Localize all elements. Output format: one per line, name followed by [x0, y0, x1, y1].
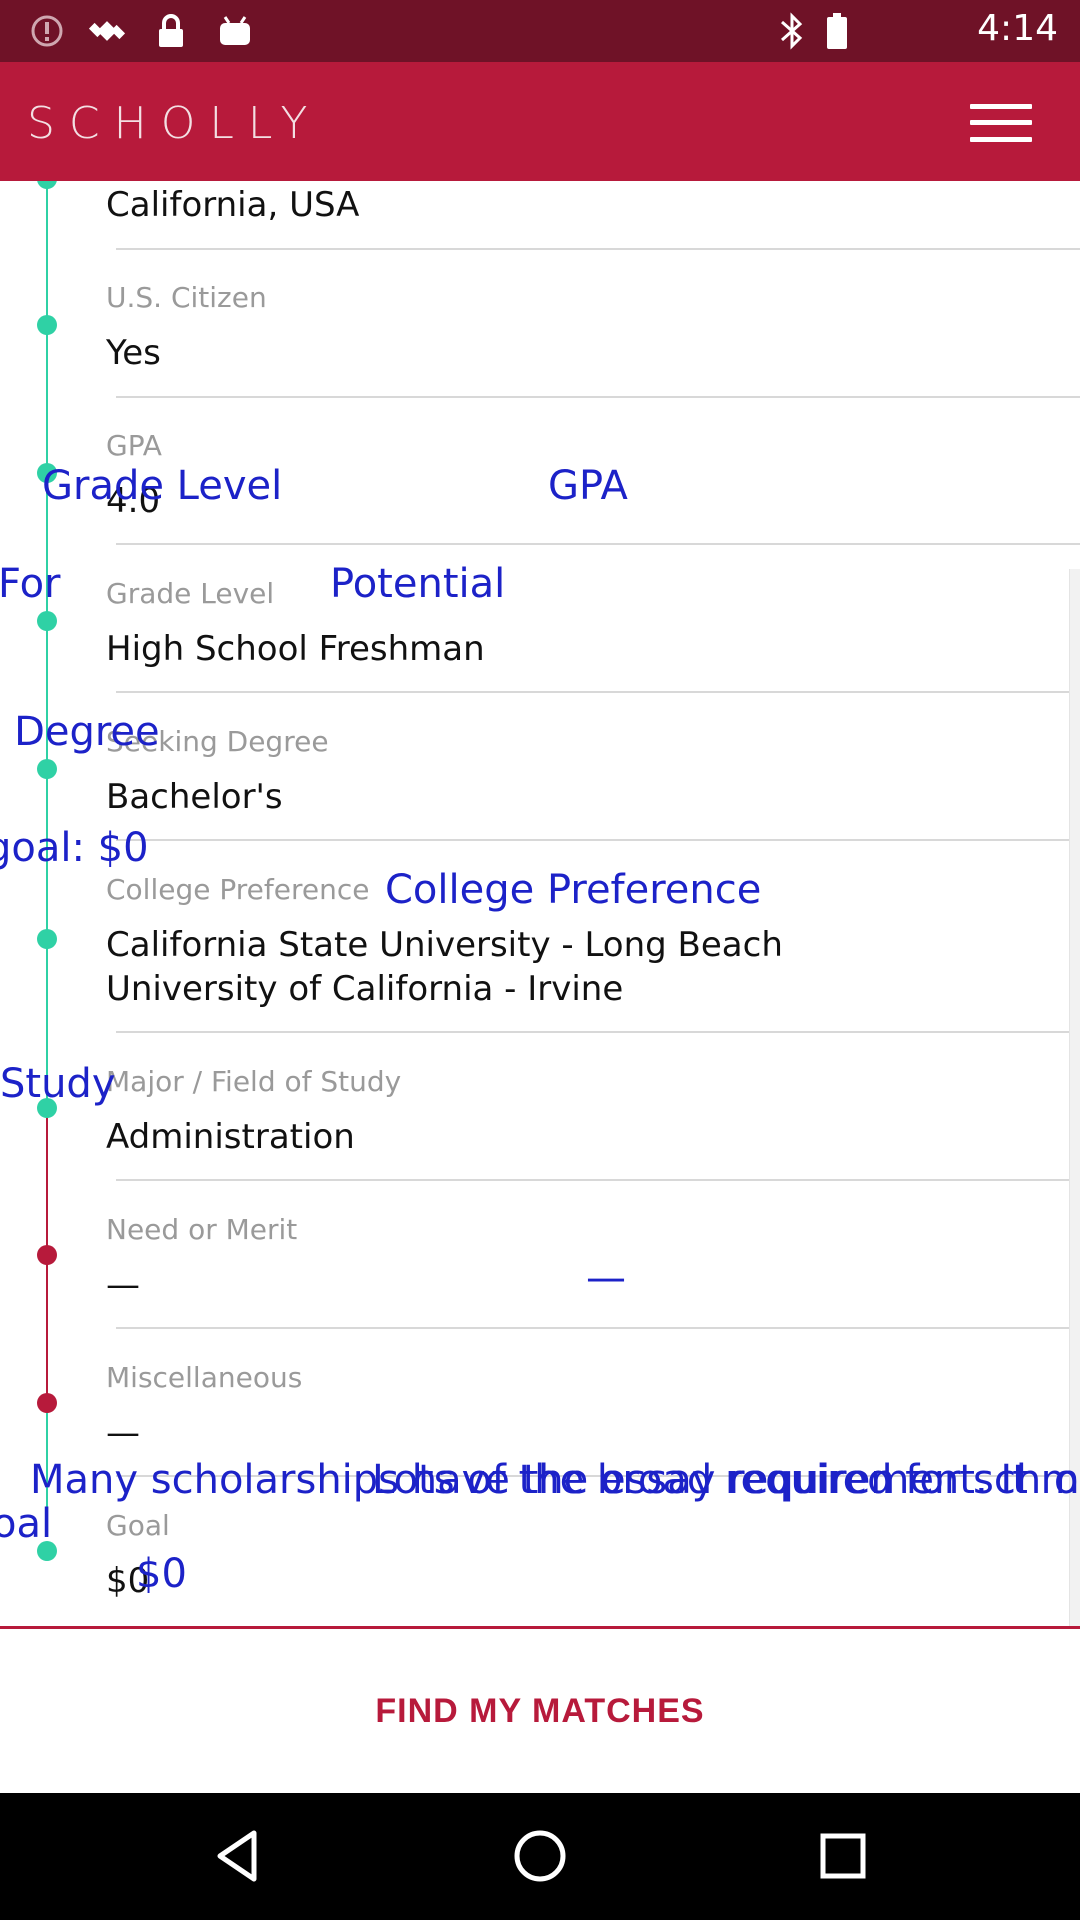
need-or-merit-value[interactable]: — [106, 1263, 140, 1307]
timeline-dot [37, 315, 57, 335]
hamburger-menu-icon[interactable] [970, 104, 1032, 142]
overlay-degree: n Degree [0, 709, 160, 755]
overlay-dash: — [586, 1255, 626, 1301]
overlay-lots-of: Lots of the broad required for sch olar [372, 1457, 1080, 1503]
timeline-dot [37, 1393, 57, 1413]
timeline-dot [37, 1245, 57, 1265]
status-bar: 4:14 [0, 0, 1080, 62]
overlay-college-preference: College Preference [385, 867, 762, 913]
need-or-merit-label: Need or Merit [106, 1213, 298, 1246]
divider [116, 248, 1080, 250]
grade-level-value[interactable]: High School Freshman [106, 627, 485, 671]
timeline-dot [37, 181, 57, 189]
grade-level-label: Grade Level [106, 577, 275, 610]
timeline-dot [37, 611, 57, 631]
app-title: SCHOLLY [27, 98, 322, 149]
alert-circle-icon [28, 12, 66, 50]
gpa-label: GPA [106, 429, 162, 462]
overlay-grade-level: Grade Level [42, 463, 283, 509]
divider [116, 1327, 1080, 1329]
home-circle-icon[interactable] [507, 1823, 573, 1889]
timeline-dot [37, 929, 57, 949]
overlay-study: Study [0, 1061, 116, 1107]
college-preference-value[interactable]: California State University - Long Beach… [106, 923, 783, 1011]
location-value[interactable]: California, USA [106, 183, 359, 227]
lock-icon [152, 12, 190, 50]
major-value[interactable]: Administration [106, 1115, 355, 1159]
miscellaneous-value[interactable]: — [106, 1411, 140, 1455]
divider [116, 691, 1080, 693]
back-triangle-icon[interactable] [206, 1823, 272, 1889]
citizen-value[interactable]: Yes [106, 331, 161, 375]
overlay-for: For [0, 561, 61, 607]
seeking-degree-value[interactable]: Bachelor's [106, 775, 283, 819]
overlay-zero: $0 [136, 1551, 187, 1597]
android-icon [216, 12, 254, 50]
divider [116, 1179, 1080, 1181]
overlay-oal: oal [0, 1501, 53, 1547]
bluetooth-icon [773, 12, 811, 50]
divider [116, 839, 1080, 841]
goal-label: Goal [106, 1509, 170, 1542]
overlay-goal: goal: $0 [0, 825, 149, 871]
system-nav-bar [0, 1793, 1080, 1920]
battery-icon [822, 12, 852, 50]
miscellaneous-label: Miscellaneous [106, 1361, 303, 1394]
profile-summary: California, USA U.S. Citizen Yes GPA 4.0… [0, 181, 1080, 1628]
app-bar: SCHOLLY [0, 62, 1080, 181]
timeline-dot [37, 759, 57, 779]
divider [116, 543, 1080, 545]
major-label: Major / Field of Study [106, 1065, 402, 1098]
recents-square-icon[interactable] [810, 1823, 876, 1889]
clock-time: 4:14 [977, 8, 1058, 49]
satellite-icon [88, 12, 126, 50]
college-preference-label: College Preference [106, 873, 370, 906]
citizen-label: U.S. Citizen [106, 281, 267, 314]
divider [116, 396, 1080, 398]
find-my-matches-button[interactable]: FIND MY MATCHES [0, 1629, 1080, 1793]
overlay-gpa: GPA [548, 463, 628, 509]
divider [116, 1031, 1080, 1033]
overlay-potential: Potential [330, 561, 506, 607]
